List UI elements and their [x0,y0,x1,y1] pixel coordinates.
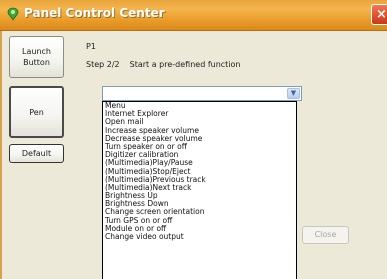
dropdown-item[interactable]: Change video output [103,232,296,241]
step-label: Step 2/2 Start a pre-defined function [86,60,241,69]
close-button[interactable]: Close [302,226,349,244]
chevron-down-icon[interactable]: ▼ [287,88,300,99]
function-select[interactable]: ▼ [102,86,302,101]
window-title: Panel Control Center [24,6,165,20]
default-button[interactable]: Default [9,144,64,163]
launch-button[interactable]: Launch Button [9,36,64,78]
panel-control-center-window: Panel Control Center × Launch Button Pen… [0,0,387,279]
pen-button[interactable]: Pen [9,86,64,138]
title-bar[interactable]: Panel Control Center × [0,0,387,31]
function-dropdown-list[interactable]: Menu Internet Explorer Open mail Increas… [102,101,297,279]
step-counter: Step 2/2 [86,60,120,69]
app-icon [5,6,21,22]
close-icon[interactable]: × [371,4,387,25]
button-id-label: P1 [86,42,96,51]
step-description: Start a pre-defined function [129,60,241,69]
